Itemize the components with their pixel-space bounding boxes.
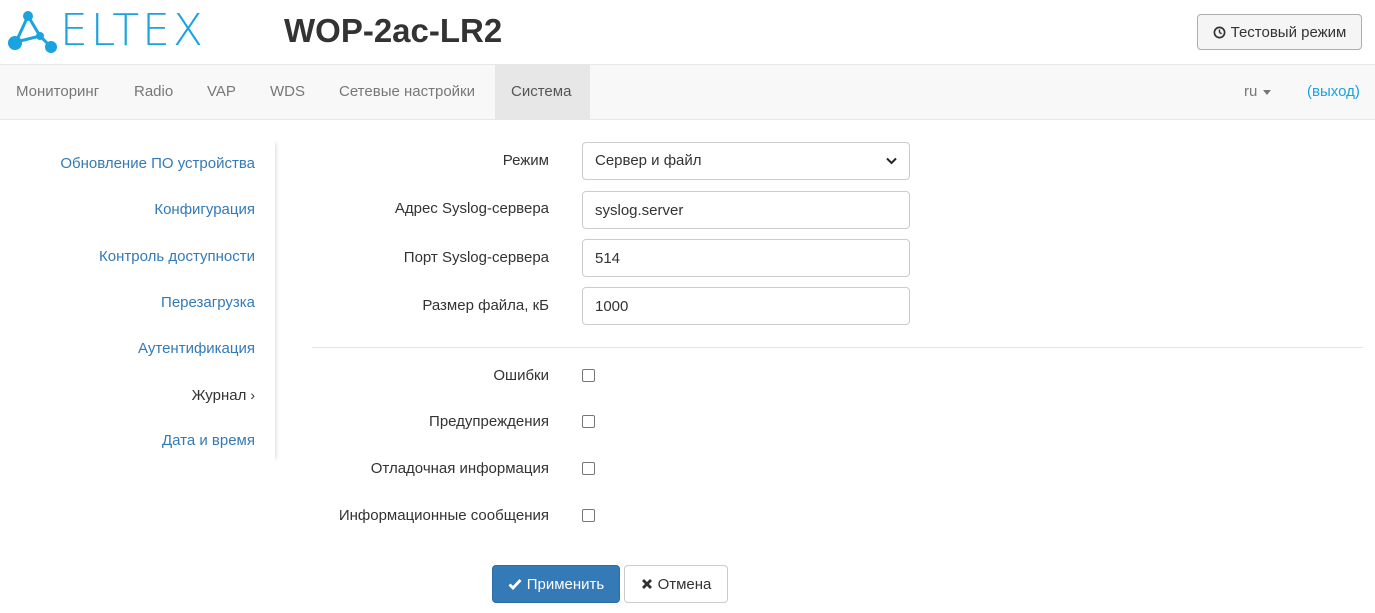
network-logo-icon xyxy=(8,11,57,53)
mode-select-value: Сервер и файл xyxy=(595,152,702,169)
cancel-button[interactable]: Отмена xyxy=(624,565,728,603)
sidebar-item-firmware-update[interactable]: Обновление ПО устройства xyxy=(60,152,255,176)
debug-info-label: Отладочная информация xyxy=(370,460,549,477)
mode-select[interactable]: Сервер и файл xyxy=(582,142,910,180)
top-navbar: Мониторинг Radio VAP WDS Сетевые настрой… xyxy=(0,64,1375,120)
warnings-label: Предупреждения xyxy=(429,413,549,430)
warnings-checkbox[interactable] xyxy=(582,415,595,428)
language-dropdown[interactable]: ru xyxy=(1244,65,1272,119)
apply-label: Применить xyxy=(526,575,605,593)
server-address-label: Адрес Syslog-сервера xyxy=(394,200,549,217)
errors-checkbox[interactable] xyxy=(582,369,595,382)
server-port-input[interactable] xyxy=(582,239,910,277)
errors-label: Ошибки xyxy=(493,367,549,384)
nav-vap[interactable]: VAP xyxy=(191,65,252,119)
nav-system[interactable]: Система xyxy=(495,65,590,119)
device-title: WOP-2ac-LR2 xyxy=(284,12,503,49)
test-mode-label: Тестовый режим xyxy=(1230,23,1347,41)
language-label: ru xyxy=(1244,83,1258,100)
nav-wds[interactable]: WDS xyxy=(254,65,321,119)
logout-link[interactable]: (выход) xyxy=(1307,65,1360,119)
nav-radio[interactable]: Radio xyxy=(118,65,189,119)
logo-wordmark: ELTEX xyxy=(60,5,207,56)
server-port-label: Порт Syslog-сервера xyxy=(403,249,549,266)
sidebar-item-reboot[interactable]: Перезагрузка xyxy=(161,291,255,315)
file-size-label: Размер файла, кБ xyxy=(422,297,549,314)
sidebar-item-authentication[interactable]: Аутентификация xyxy=(138,337,255,361)
chevron-down-icon xyxy=(886,157,897,165)
sidebar-item-log-label: Журнал xyxy=(191,387,247,404)
form-divider xyxy=(312,347,1363,348)
server-address-input[interactable] xyxy=(582,191,910,229)
eltex-logo[interactable]: ELTEX xyxy=(6,8,216,54)
nav-network-settings[interactable]: Сетевые настройки xyxy=(323,65,491,119)
apply-button[interactable]: Применить xyxy=(492,565,620,603)
nav-monitoring[interactable]: Мониторинг xyxy=(0,65,115,119)
info-messages-label: Информационные сообщения xyxy=(338,507,549,524)
sidebar-item-log[interactable]: Журнал › xyxy=(192,383,255,407)
chevron-right-icon: › xyxy=(250,387,255,403)
test-mode-button[interactable]: Тестовый режим xyxy=(1197,14,1362,50)
header: ELTEX WOP-2ac-LR2 Тестовый режим xyxy=(0,0,1375,64)
cancel-label: Отмена xyxy=(657,575,712,593)
sidebar-item-availability-control[interactable]: Контроль доступности xyxy=(99,245,255,269)
info-messages-checkbox[interactable] xyxy=(582,509,595,522)
sidebar-item-configuration[interactable]: Конфигурация xyxy=(154,198,255,222)
clock-icon xyxy=(1213,26,1226,38)
file-size-input[interactable] xyxy=(582,287,910,325)
sidebar-item-date-time[interactable]: Дата и время xyxy=(162,429,255,453)
mode-label: Режим xyxy=(502,152,549,169)
close-icon xyxy=(641,579,652,589)
sidebar: Обновление ПО устройства Конфигурация Ко… xyxy=(0,140,275,462)
caret-down-icon xyxy=(1263,89,1272,95)
checkmark-icon xyxy=(508,579,522,590)
debug-info-checkbox[interactable] xyxy=(582,462,595,475)
